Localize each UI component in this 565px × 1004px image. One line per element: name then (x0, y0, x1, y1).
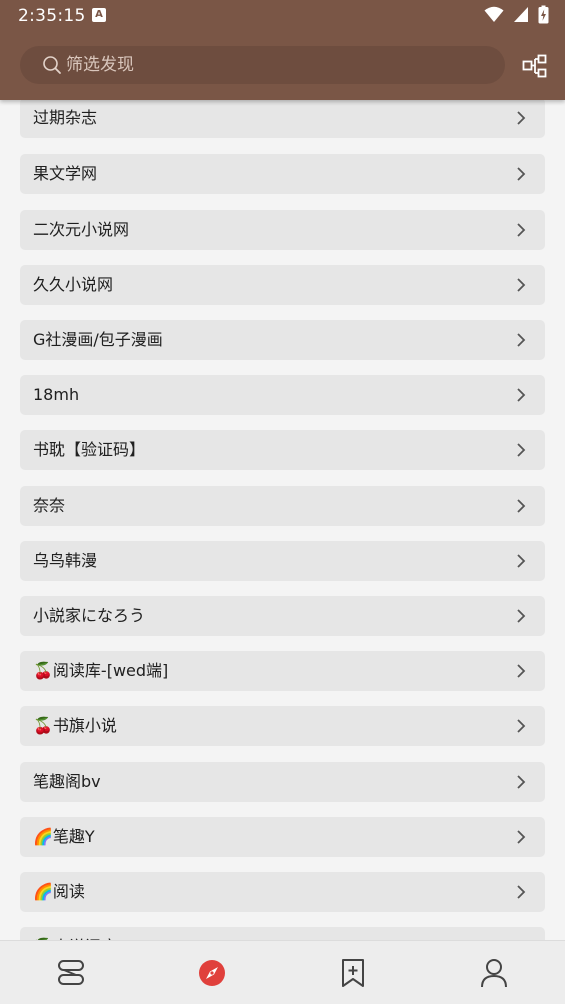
list-item[interactable]: 果文学网 (20, 154, 545, 194)
search-input[interactable] (66, 46, 486, 84)
item-label: 二次元小说网 (33, 220, 130, 239)
item-label: 小説家になろう (33, 606, 146, 625)
item-label: 🍒书旗小说 (33, 716, 117, 735)
search-icon (42, 55, 62, 75)
nav-bookmarks[interactable] (282, 941, 423, 1004)
status-time: 2:35:15 (18, 6, 86, 26)
compass-icon (198, 960, 225, 986)
bookshelf-icon (57, 960, 84, 985)
list-item[interactable]: 🌈笔趣Y (20, 817, 545, 857)
nav-profile[interactable] (423, 941, 564, 1004)
list-item[interactable]: 18mh (20, 375, 545, 415)
item-label: 🌈阅读 (33, 882, 85, 901)
list-item[interactable]: 二次元小说网 (20, 210, 545, 250)
bottom-nav (0, 940, 565, 1004)
list-item[interactable]: 🌈阅读 (20, 872, 545, 912)
explore-list[interactable]: 过期杂志 果文学网 二次元小说网 久久小说网 G社漫画/包子漫画 18mh 书耽… (0, 100, 565, 940)
chevron-right-icon (517, 554, 526, 568)
item-label: 乌鸟韩漫 (33, 551, 98, 570)
list-item[interactable]: 🍒书旗小说 (20, 706, 545, 746)
list-item[interactable]: 过期杂志 (20, 100, 545, 138)
item-label: 久久小说网 (33, 275, 114, 294)
chevron-right-icon (517, 167, 526, 181)
group-icon (522, 54, 547, 78)
status-bar: 2:35:15 A (0, 0, 565, 32)
list-item[interactable]: 小説家になろう (20, 596, 545, 636)
search-box[interactable] (20, 46, 505, 84)
chevron-right-icon (517, 111, 526, 125)
list-item[interactable]: 笔趣阁bv (20, 762, 545, 802)
chevron-right-icon (517, 499, 526, 513)
nav-bookshelf[interactable] (0, 941, 141, 1004)
bookmark-add-icon (341, 959, 364, 987)
chevron-right-icon (517, 443, 526, 457)
notification-icon: A (92, 8, 106, 22)
item-label: 书耽【验证码】 (33, 440, 146, 459)
list-item[interactable]: G社漫画/包子漫画 (20, 320, 545, 360)
item-label: G社漫画/包子漫画 (33, 330, 163, 349)
chevron-right-icon (517, 333, 526, 347)
list-item[interactable]: 久久小说网 (20, 265, 545, 305)
list-item[interactable]: 🍒小说阅库 (20, 927, 545, 940)
wifi-icon (484, 6, 504, 22)
status-icons (480, 5, 549, 25)
list-item[interactable]: 乌鸟韩漫 (20, 541, 545, 581)
chevron-right-icon (517, 664, 526, 678)
signal-icon (513, 7, 528, 22)
app-bar: 2:35:15 A (0, 0, 565, 100)
item-label: 过期杂志 (33, 108, 98, 127)
chevron-right-icon (517, 719, 526, 733)
chevron-right-icon (517, 278, 526, 292)
item-label: 🍒阅读库-[wed端] (33, 661, 169, 680)
chevron-right-icon (517, 885, 526, 899)
nav-explore[interactable] (141, 941, 282, 1004)
item-label: 🍒小说阅库 (33, 927, 117, 940)
chevron-right-icon (517, 223, 526, 237)
item-label: 奈奈 (33, 496, 66, 515)
item-label: 果文学网 (33, 164, 98, 183)
list-item[interactable]: 🍒阅读库-[wed端] (20, 651, 545, 691)
item-label: 笔趣阁bv (33, 772, 101, 791)
list-item[interactable]: 奈奈 (20, 486, 545, 526)
battery-icon (538, 5, 549, 24)
list-item[interactable]: 书耽【验证码】 (20, 430, 545, 470)
item-label: 🌈笔趣Y (33, 827, 95, 846)
group-menu-button[interactable] (519, 52, 551, 80)
chevron-right-icon (517, 609, 526, 623)
item-label: 18mh (33, 385, 80, 404)
chevron-right-icon (517, 830, 526, 844)
chevron-right-icon (517, 388, 526, 402)
chevron-right-icon (517, 775, 526, 789)
person-icon (480, 959, 507, 988)
